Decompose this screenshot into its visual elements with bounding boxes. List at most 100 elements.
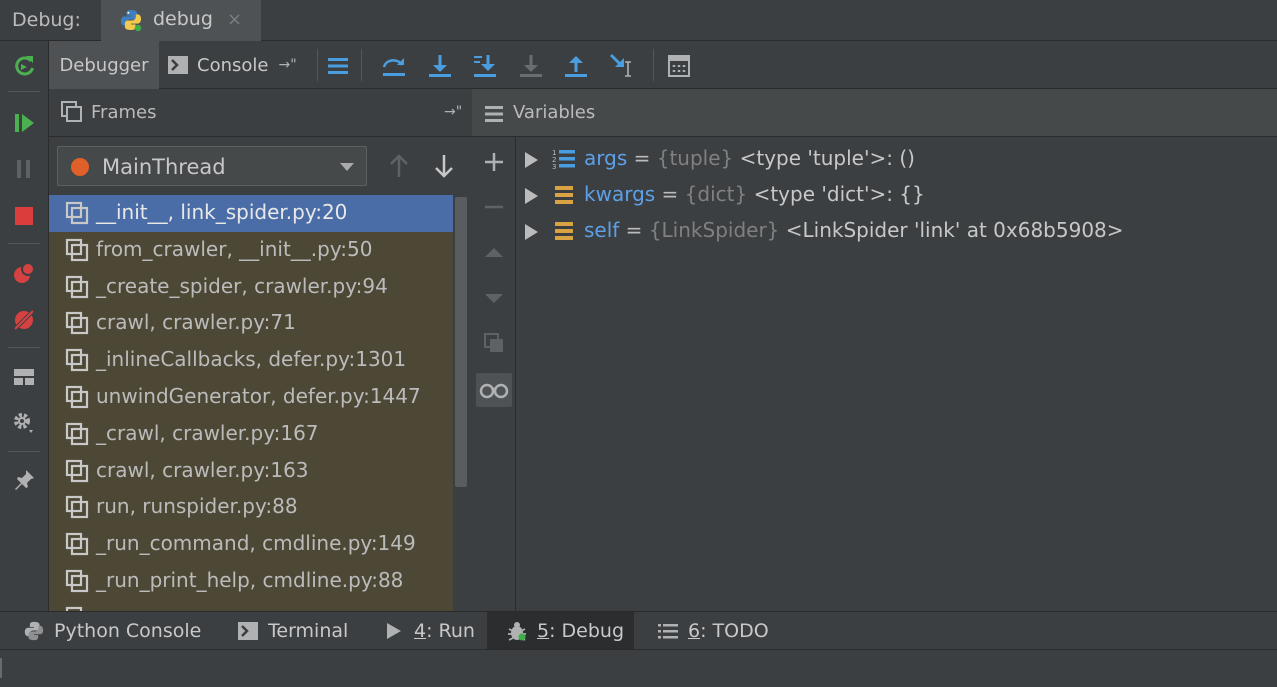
frames-list: __init__, link_spider.py:20 from_crawler,… (49, 195, 453, 611)
frame-row[interactable]: __init__, link_spider.py:20 (49, 195, 453, 232)
tab-run[interactable]: 4: Run (374, 612, 483, 650)
variable-type: {dict} (684, 182, 748, 206)
show-watches-icon[interactable] (476, 373, 512, 407)
duplicate-watch-icon[interactable] (476, 326, 512, 360)
expand-arrow-icon[interactable] (525, 224, 538, 240)
expand-arrow-icon[interactable] (525, 152, 538, 168)
frames-title: Frames (91, 102, 157, 123)
frames-scrollbar-thumb[interactable] (455, 197, 467, 487)
settings-icon[interactable] (10, 409, 38, 437)
view-breakpoints-icon[interactable] (10, 259, 38, 287)
console-pin-icon[interactable]: →" (278, 57, 296, 73)
next-frame-icon[interactable] (433, 153, 455, 179)
frame-label: _run_command, cmdline.py:149 (96, 531, 416, 556)
variable-row[interactable]: 1 2 3 args = {tuple} <type 'tuple'>: () (516, 141, 1277, 177)
tab-run-label: : Run (426, 620, 475, 642)
step-over-icon[interactable] (379, 51, 409, 81)
frame-label: _crawl, crawler.py:167 (96, 420, 319, 445)
variable-name: kwargs (584, 182, 656, 206)
tab-debugger-label: Debugger (59, 54, 149, 76)
frame-icon (65, 312, 89, 335)
python-console-icon (22, 619, 46, 643)
thread-name: MainThread (102, 155, 226, 179)
frame-row[interactable]: unwindGenerator, defer.py:1447 (49, 379, 453, 416)
pin-icon[interactable] (10, 466, 38, 494)
remove-watch-icon[interactable] (476, 190, 512, 224)
tab-todo[interactable]: 6: TODO (648, 612, 777, 650)
tab-debugger[interactable]: Debugger (49, 41, 159, 89)
terminal-icon (236, 619, 260, 643)
tab-terminal[interactable]: Terminal (228, 612, 356, 650)
bug-icon (505, 619, 529, 643)
move-up-icon[interactable] (476, 236, 512, 270)
frame-row[interactable]: from_crawler, __init__.py:50 (49, 232, 453, 269)
variable-type: {LinkSpider} (648, 218, 780, 242)
close-icon[interactable]: × (227, 9, 242, 30)
layout-icon[interactable] (10, 363, 38, 391)
tool-window-bar: Python Console Terminal 4: Run 5: Debug … (0, 611, 1277, 650)
frame-icon (65, 569, 89, 593)
add-watch-icon[interactable] (476, 145, 512, 179)
python-icon (121, 10, 142, 32)
variable-name: self (584, 218, 620, 242)
svg-text:3: 3 (552, 163, 556, 171)
debug-title-bar: Debug: debug × (0, 0, 1277, 41)
frame-row[interactable]: _run_print_help, cmdline.py:88 (49, 563, 453, 600)
chevron-down-icon (340, 163, 354, 171)
frame-row[interactable]: _inlineCallbacks, defer.py:1301 (49, 342, 453, 379)
frames-pin-icon[interactable]: →" (444, 104, 462, 120)
rerun-icon[interactable] (10, 52, 38, 80)
variables-tree: 1 2 3 args = {tuple} <type 'tuple'>: () kwar… (516, 137, 1277, 611)
frame-icon (65, 459, 89, 482)
stop-icon[interactable] (10, 202, 38, 230)
pause-icon[interactable] (10, 155, 38, 183)
variable-name: args (584, 146, 628, 170)
frame-label: _create_spider, crawler.py:94 (96, 273, 388, 298)
step-into-icon[interactable] (425, 51, 455, 81)
frame-row-partial[interactable] (49, 600, 453, 611)
variable-row[interactable]: self = {LinkSpider} <LinkSpider 'link' a… (516, 213, 1277, 249)
step-out-icon[interactable] (561, 51, 591, 81)
variable-type: {tuple} (656, 146, 734, 170)
frame-row[interactable]: run, runspider.py:88 (49, 489, 453, 526)
variables-side-toolbar (472, 137, 516, 611)
frame-row[interactable]: _run_command, cmdline.py:149 (49, 526, 453, 563)
tab-debug[interactable]: 5: Debug (487, 612, 634, 650)
console-icon (168, 56, 188, 74)
force-step-into-icon[interactable] (516, 51, 546, 81)
variables-icon (485, 106, 503, 122)
frame-icon (65, 201, 89, 225)
variable-equals: = (655, 182, 685, 206)
variables-title: Variables (513, 102, 596, 123)
previous-frame-icon[interactable] (388, 153, 410, 179)
step-into-my-code-icon[interactable] (470, 51, 500, 81)
frame-row[interactable]: _create_spider, crawler.py:94 (49, 269, 453, 306)
resume-icon[interactable] (10, 109, 38, 137)
frame-icon (65, 496, 89, 519)
debug-config-tab[interactable]: debug × (101, 0, 261, 41)
move-down-icon[interactable] (476, 281, 512, 315)
frame-icon (65, 422, 89, 445)
mute-breakpoints-icon[interactable] (10, 306, 38, 334)
run-to-cursor-icon[interactable] (607, 51, 637, 81)
expand-arrow-icon[interactable] (525, 188, 538, 204)
frame-row[interactable]: crawl, crawler.py:71 (49, 305, 453, 342)
variable-equals: = (627, 146, 657, 170)
show-execution-point-icon[interactable] (323, 51, 353, 81)
variable-value: <type 'tuple'>: () (733, 146, 915, 170)
frame-icon (65, 349, 89, 372)
frame-row[interactable]: crawl, crawler.py:163 (49, 453, 453, 490)
tab-python-console[interactable]: Python Console (14, 612, 209, 650)
frame-label: crawl, crawler.py:71 (96, 310, 296, 335)
todo-list-icon (656, 619, 680, 643)
frame-icon (65, 238, 89, 261)
evaluate-expression-icon[interactable] (664, 51, 694, 81)
variable-row[interactable]: kwargs = {dict} <type 'dict'>: {} (516, 177, 1277, 213)
frame-icon (65, 275, 89, 298)
tab-console[interactable]: Console →" (167, 41, 313, 89)
thread-selector[interactable]: MainThread (57, 146, 367, 186)
frame-row[interactable]: _crawl, crawler.py:167 (49, 416, 453, 453)
thread-status-icon (71, 158, 89, 176)
variables-panel-header: Variables (472, 89, 1277, 137)
run-icon (382, 619, 406, 643)
